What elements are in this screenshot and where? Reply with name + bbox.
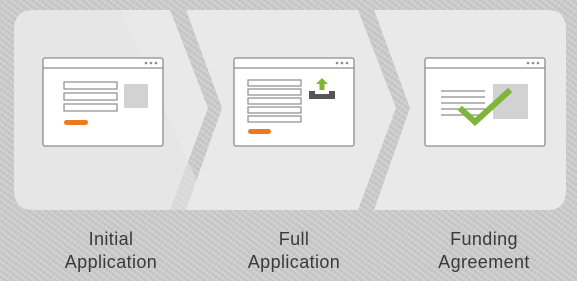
step-label-funding-agreement: Funding Agreement — [389, 228, 577, 274]
signed-agreement-window-icon — [424, 57, 546, 147]
step-label-initial-application: Initial Application — [16, 228, 206, 274]
step-label-line1: Initial — [88, 229, 134, 249]
form-window-icon — [42, 57, 164, 147]
step-label-line2: Agreement — [438, 252, 530, 272]
form-upload-window-icon — [233, 57, 355, 147]
step-label-line1: Funding — [450, 229, 518, 249]
step-label-full-application: Full Application — [199, 228, 389, 274]
step-label-line1: Full — [278, 229, 310, 249]
step-label-line2: Application — [247, 252, 341, 272]
step-label-line2: Application — [64, 252, 158, 272]
